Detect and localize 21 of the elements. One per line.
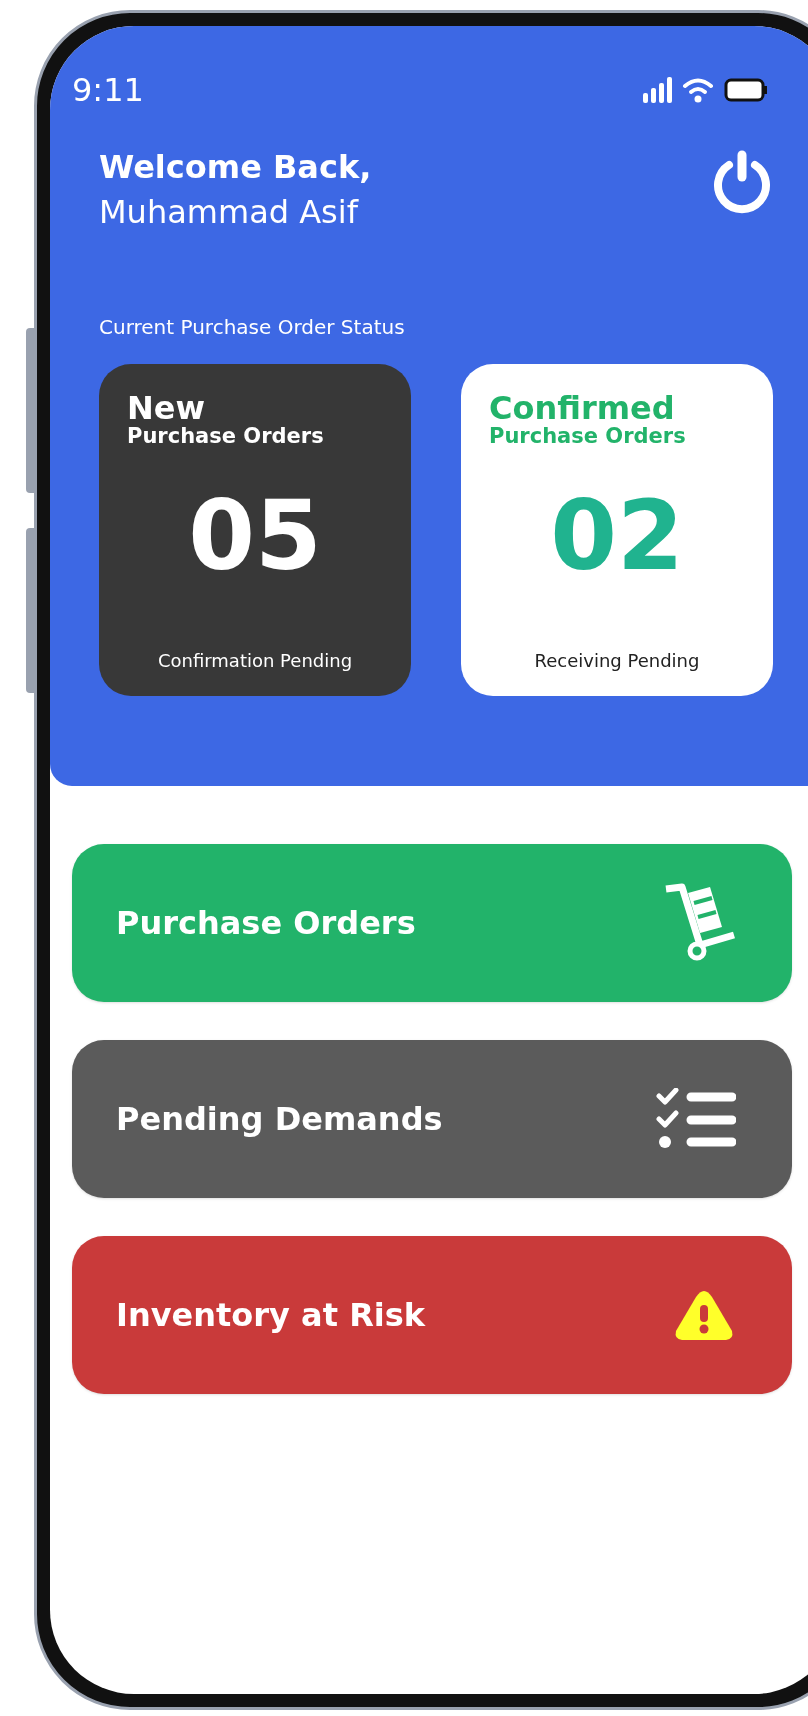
battery-icon xyxy=(724,78,768,102)
user-name: Muhammad Asif xyxy=(99,192,360,233)
card-title: Confirmed xyxy=(488,392,676,424)
card-title: New xyxy=(126,392,207,424)
signal-icon xyxy=(642,77,672,103)
wifi-icon xyxy=(682,77,714,103)
hand-truck-icon xyxy=(664,883,736,963)
greeting-text: Welcome Back, xyxy=(99,147,372,188)
status-card[interactable]: Confirmed Purchase Orders 02 Receiving Pending xyxy=(461,364,773,696)
card-subtitle: Purchase Orders xyxy=(126,424,325,448)
card-caption: Receiving Pending xyxy=(533,649,701,673)
card-subtitle: Purchase Orders xyxy=(488,424,687,448)
card-count: 02 xyxy=(549,488,685,584)
menu-button[interactable]: Pending Demands xyxy=(72,1040,792,1198)
card-count: 05 xyxy=(187,488,323,584)
card-caption: Confirmation Pending xyxy=(156,649,354,673)
menu-button[interactable]: Inventory at Risk xyxy=(72,1236,792,1394)
status-time: 9:11 xyxy=(72,74,144,106)
checklist-icon xyxy=(656,1088,736,1150)
section-title: Current Purchase Order Status xyxy=(98,314,406,341)
status-card[interactable]: New Purchase Orders 05 Confirmation Pending xyxy=(99,364,411,696)
